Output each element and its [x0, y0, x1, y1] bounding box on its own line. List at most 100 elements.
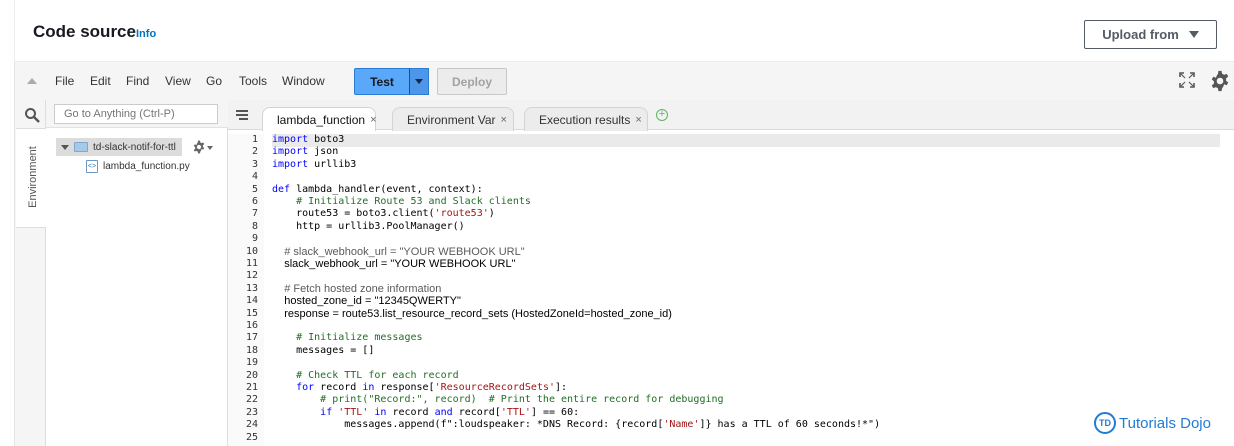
tutorials-dojo-watermark: TD Tutorials Dojo [1094, 412, 1211, 434]
watermark-text: Tutorials Dojo [1119, 414, 1211, 432]
line-number: 7 [251, 208, 258, 220]
upload-from-button[interactable]: Upload from [1084, 20, 1217, 49]
active-line-highlight [272, 134, 1220, 147]
code-line: if 'TTL' in record and record['TTL'] == … [320, 406, 580, 418]
folder-name: td-slack-notif-for-ttl [93, 141, 176, 153]
fullscreen-icon[interactable] [1179, 72, 1195, 88]
code-line: # slack_webhook_url = "YOUR WEBHOOK URL" [272, 245, 525, 258]
line-number: 25 [245, 431, 258, 443]
menu-window[interactable]: Window [282, 74, 325, 88]
info-link[interactable]: Info [136, 28, 156, 40]
code-line: # print("Record:", record) # Print the e… [272, 394, 724, 406]
line-number: 20 [245, 369, 258, 381]
code-line: # Initialize messages [272, 332, 423, 344]
line-number: 17 [245, 332, 258, 344]
line-number: 24 [245, 419, 258, 431]
tab-label: Environment Var [407, 112, 496, 127]
chevron-down-icon [415, 79, 423, 84]
code-line: import boto3 [272, 134, 345, 145]
tab-list-icon[interactable] [236, 110, 248, 120]
gear-caret-icon[interactable] [207, 146, 213, 150]
line-number: 10 [245, 245, 258, 257]
expand-arrow-icon[interactable] [61, 144, 69, 150]
line-number: 2 [251, 146, 258, 158]
line-number: 13 [245, 282, 258, 294]
file-name: lambda_function.py [103, 161, 190, 172]
menu-edit[interactable]: Edit [90, 74, 111, 88]
deploy-button[interactable]: Deploy [437, 68, 507, 95]
menu-file[interactable]: File [55, 74, 74, 88]
close-icon[interactable]: × [635, 114, 641, 126]
code-line: messages.append(f":loudspeaker: *DNS Rec… [272, 419, 881, 431]
test-dropdown-button[interactable] [409, 68, 429, 95]
code-line: import urllib3 [272, 158, 357, 170]
code-line: slack_webhook_url = "YOUR WEBHOOK URL" [272, 258, 516, 270]
code-line: hosted_zone_id = "12345QWERTY" [272, 295, 461, 308]
tree-folder-root[interactable]: td-slack-notif-for-ttl [56, 138, 182, 156]
goto-bar [46, 100, 228, 128]
code-line: # Initialize Route 53 and Slack clients [272, 196, 531, 207]
file-explorer: td-slack-notif-for-ttl <> lambda_functio… [46, 100, 228, 446]
line-number: 18 [245, 344, 258, 356]
line-number: 15 [245, 307, 258, 319]
tab-environment-var[interactable]: Environment Var × [392, 107, 514, 131]
menu-view[interactable]: View [165, 74, 191, 88]
code-line: # Fetch hosted zone information [272, 282, 442, 295]
line-number: 1 [251, 134, 258, 145]
line-number: 19 [245, 357, 258, 369]
environment-tab-label: Environment [27, 146, 39, 208]
line-number: 23 [245, 406, 258, 418]
tab-label: Execution results [539, 112, 631, 127]
tab-lambda-function[interactable]: lambda_function × [262, 107, 377, 131]
line-number: 5 [251, 183, 258, 195]
code-area[interactable]: import boto3 import json import urllib3 def… [272, 134, 1222, 446]
line-number-gutter: 1 2 3 4 5 6 7 8 9 10 11 12 13 14 15 16 17 18 19 20 21 22 23 24 2… [228, 134, 264, 446]
goto-anything-input[interactable] [54, 104, 218, 124]
line-number: 8 [251, 220, 258, 232]
line-number: 4 [251, 171, 258, 183]
tutorials-dojo-logo-icon: TD [1094, 412, 1116, 434]
add-tab-icon[interactable]: + [656, 109, 668, 121]
code-source-header: Code source Info Upload from [14, 0, 1234, 62]
menu-go[interactable]: Go [206, 74, 222, 88]
close-icon[interactable]: × [500, 114, 506, 126]
line-number: 16 [245, 320, 258, 331]
python-file-icon: <> [86, 160, 98, 173]
environment-tab[interactable]: Environment [16, 128, 46, 228]
code-line: def lambda_handler(event, context): [272, 183, 483, 195]
ide-menu-bar: File Edit Find View Go Tools Window Test… [14, 62, 1234, 100]
line-number: 22 [245, 394, 258, 406]
tree-file-lambda-function[interactable]: <> lambda_function.py [86, 160, 190, 173]
left-rail: Environment [14, 100, 46, 446]
line-number: 11 [245, 258, 258, 269]
folder-icon [74, 142, 88, 152]
menu-find[interactable]: Find [126, 74, 149, 88]
test-button[interactable]: Test [354, 68, 410, 95]
editor-tab-bar: lambda_function × Environment Var × Exec… [228, 100, 1234, 131]
upload-from-label: Upload from [1102, 27, 1179, 42]
code-line: messages = [] [272, 344, 375, 356]
gear-icon[interactable] [1209, 70, 1231, 92]
code-line: for record in response['ResourceRecordSe… [296, 382, 568, 393]
menu-tools[interactable]: Tools [239, 74, 267, 88]
code-line: route53 = boto3.client('route53') [272, 208, 495, 220]
line-number: 14 [245, 295, 258, 307]
line-number: 3 [251, 158, 258, 170]
search-icon[interactable] [24, 107, 40, 123]
folder-settings-gear-icon[interactable] [192, 140, 206, 154]
page-title: Code source [33, 22, 136, 41]
collapse-arrow-icon[interactable] [27, 78, 37, 84]
code-line: response = route53.list_resource_record_… [272, 307, 672, 320]
code-line: import json [272, 146, 339, 158]
code-line: # Check TTL for each record [272, 369, 459, 381]
line-number: 6 [251, 196, 258, 207]
close-icon[interactable]: × [370, 114, 376, 126]
code-line: http = urllib3.PoolManager() [272, 220, 465, 232]
tab-label: lambda_function [277, 112, 366, 127]
lambda-console-page: Code source Info Upload from File Edit F… [0, 0, 1234, 446]
line-number: 9 [251, 233, 258, 245]
code-editor: lambda_function × Environment Var × Exec… [228, 100, 1234, 446]
caret-down-icon [1188, 31, 1199, 38]
tab-execution-results[interactable]: Execution results × [524, 107, 648, 131]
line-number: 12 [245, 270, 258, 282]
